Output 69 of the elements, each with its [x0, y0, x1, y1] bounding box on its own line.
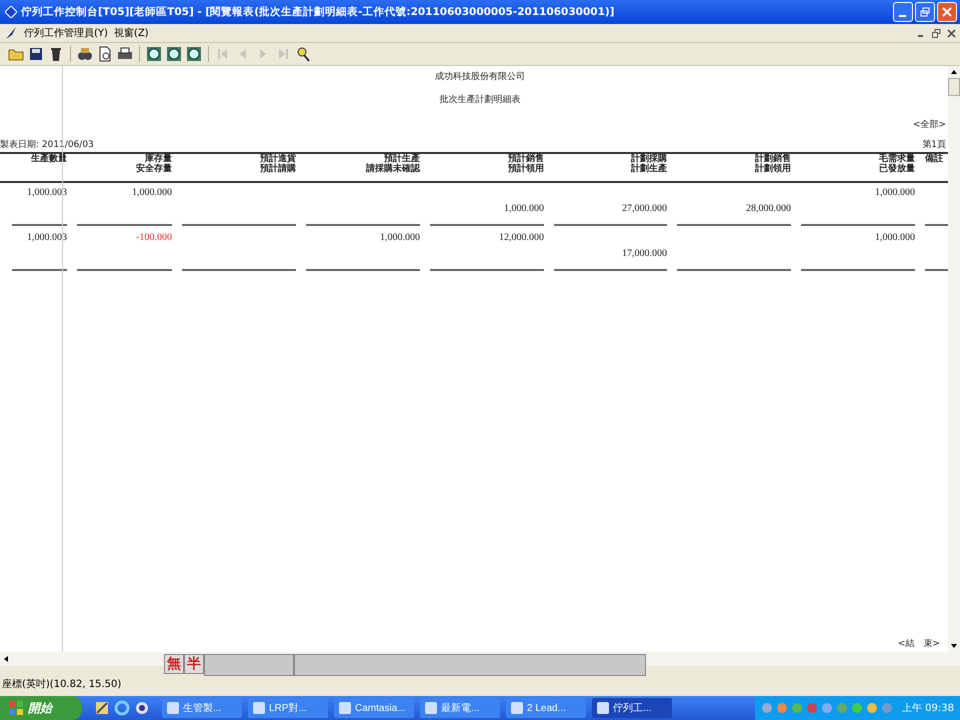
save-icon[interactable]	[28, 46, 44, 62]
vertical-scrollbar[interactable]	[948, 66, 960, 652]
printer-icon[interactable]	[117, 46, 133, 62]
report-title: 批次生產計劃明細表	[438, 94, 522, 106]
column-header: 預計生產 請採購未確認	[365, 154, 420, 176]
trash-icon[interactable]	[48, 46, 64, 62]
close-icon	[942, 7, 952, 17]
taskbar-button[interactable]: LRP對...	[248, 698, 328, 718]
diamond-icon	[5, 6, 17, 18]
minimize-button[interactable]	[893, 2, 913, 22]
magnifier-icon[interactable]	[295, 46, 311, 62]
table-cell: 1,000.000	[306, 228, 420, 271]
column-header: 備註	[924, 154, 944, 166]
taskbar-button[interactable]: 2 Lead...	[506, 698, 586, 718]
media-icon[interactable]	[134, 700, 150, 716]
table-cell: 1,000.003	[12, 183, 67, 226]
quill-icon	[4, 26, 18, 40]
start-button[interactable]: 開始	[0, 696, 82, 720]
report-date: 製表日期: 2011/06/03	[0, 138, 94, 151]
app-icon	[510, 701, 524, 715]
app-icon	[424, 701, 438, 715]
binoculars-icon[interactable]	[77, 46, 93, 62]
table-cell: 1,000.000	[430, 183, 544, 226]
taskbar-button[interactable]: 佇列工...	[592, 698, 672, 718]
table-cell: 28,000.000	[677, 183, 791, 226]
minimize-icon	[898, 15, 906, 17]
taskbar-button[interactable]: Camtasia...	[334, 698, 414, 718]
close-button[interactable]	[937, 2, 957, 22]
restore-icon[interactable]	[932, 28, 941, 38]
table-cell: 17,000.000	[554, 228, 667, 271]
app-icon	[166, 701, 180, 715]
table-cell: 27,000.000	[554, 183, 667, 226]
window-title: 佇列工作控制台[T05][老師區T05] - [閱覽報表(批次生產計劃明細表-工作代號:20110603000005-201106030001)]	[21, 5, 616, 19]
table-cell: 12,000.000	[430, 228, 544, 271]
globe-icon[interactable]	[166, 46, 182, 62]
company-name: 成功科技股份有限公司	[434, 70, 526, 83]
table-cell: 1,000.000	[801, 228, 915, 271]
column-header: 預計銷售 預計領用	[507, 154, 544, 176]
taskbar-button[interactable]: 最新電...	[420, 698, 500, 718]
scroll-thumb[interactable]	[948, 78, 960, 96]
table-cell: 1,000.000	[77, 183, 172, 226]
table-cell: 1,000.003	[12, 228, 67, 271]
app-icon	[338, 701, 352, 715]
menu-item[interactable]: 視窗(Z)	[114, 26, 149, 40]
ime-indicator[interactable]: 無	[164, 654, 184, 674]
clock: 上午 09:38	[902, 702, 954, 715]
table-cell: 1,000.000	[801, 183, 915, 226]
table-cell: -100.000	[77, 228, 172, 271]
page-icon[interactable]	[97, 46, 113, 62]
scope-label: <全部>	[912, 118, 947, 131]
app-icon	[252, 701, 266, 715]
coordinates-text: 座標(英吋)(10.82, 15.50)	[1, 678, 122, 692]
globe-icon[interactable]	[146, 46, 162, 62]
column-header: 計劃採購 計劃生產	[630, 154, 667, 176]
column-header: 計劃銷售 計劃領用	[754, 154, 791, 176]
menu-item[interactable]: 佇列工作管理員(Y)	[24, 26, 108, 40]
windows-flag-icon	[8, 700, 24, 716]
column-header: 庫存量 安全存量	[135, 154, 172, 176]
column-header: 預計進貨 預計請購	[259, 154, 296, 176]
restore-button[interactable]	[915, 2, 935, 22]
page-number: 第1頁	[922, 138, 946, 151]
end-label: <結 束>	[896, 638, 941, 650]
restore-icon	[920, 7, 930, 17]
app-icon	[596, 701, 610, 715]
globe-icon[interactable]	[186, 46, 202, 62]
column-header: 毛需求量 已發放量	[878, 154, 915, 176]
ime-indicator[interactable]: 半	[184, 654, 204, 674]
taskbar-button[interactable]: 生管製...	[162, 698, 242, 718]
close-icon[interactable]	[947, 28, 956, 38]
